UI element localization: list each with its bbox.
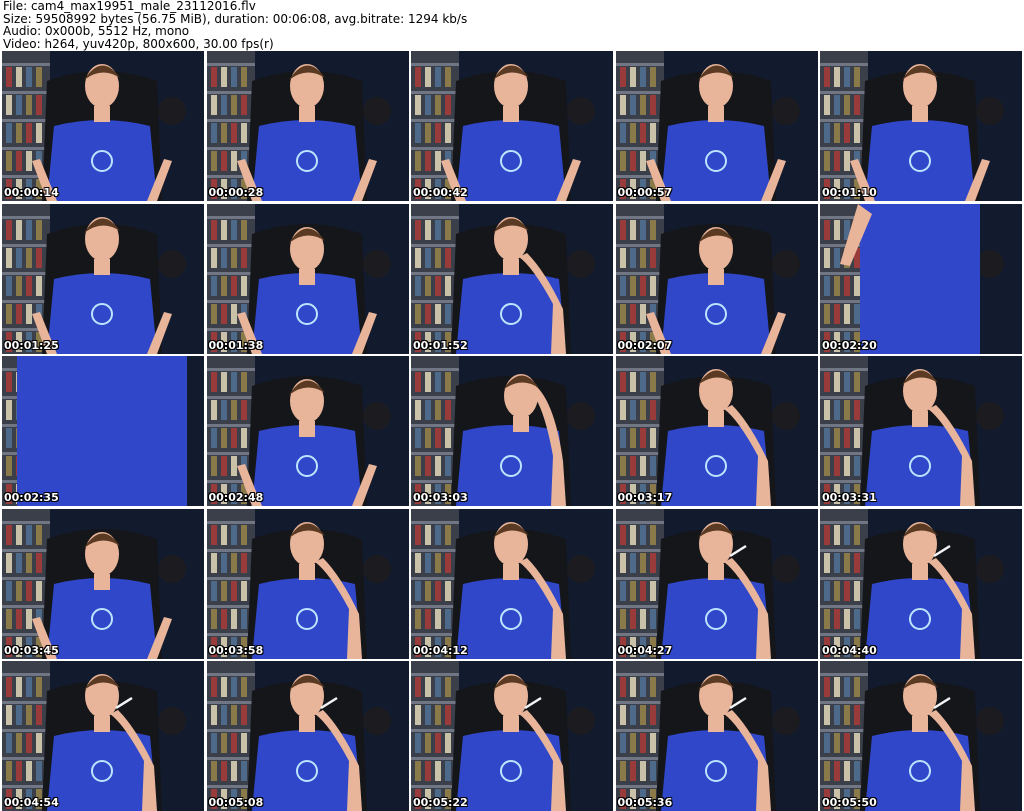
thumbnail-grid: 00:00:14 00:00:28 00:00:42 00:00:57 00:01:10… [2,51,1022,811]
video-thumbnail: 00:04:40 [820,508,1022,659]
video-thumbnail: 00:02:35 [2,356,204,506]
thumbnail-frame-image [2,508,204,659]
thumbnail-timestamp: 00:04:12 [413,643,468,657]
video-thumbnail: 00:05:36 [615,661,818,811]
thumbnail-timestamp: 00:01:10 [822,186,877,199]
thumbnail-frame-image [615,661,818,811]
thumbnail-frame-image [615,203,818,354]
thumbnail-frame-image [615,51,818,201]
thumbnail-frame-image [411,203,613,354]
thumbnail-timestamp: 00:05:08 [208,796,264,809]
thumbnail-frame-image [2,661,204,811]
thumbnail-frame-image [615,356,818,506]
video-thumbnail: 00:00:14 [2,51,204,201]
thumbnail-timestamp: 00:05:50 [822,796,877,809]
thumbnail-frame-image [2,51,204,201]
thumbnail-frame-image [820,51,1022,201]
thumbnail-frame-image [206,356,409,506]
thumbnail-frame-image [820,661,1022,811]
thumbnail-frame-image [615,508,818,659]
thumbnail-timestamp: 00:00:42 [413,186,468,199]
thumbnail-frame-image [411,356,613,506]
video-thumbnail: 00:00:28 [206,51,409,201]
thumbnail-timestamp: 00:05:36 [617,796,673,809]
video-thumbnail: 00:01:10 [820,51,1022,201]
thumbnail-timestamp: 00:04:54 [4,796,59,809]
thumbnail-timestamp: 00:04:40 [822,643,877,657]
thumbnail-timestamp: 00:02:20 [822,338,877,352]
thumbnail-timestamp: 00:03:31 [822,491,877,504]
thumbnail-timestamp: 00:05:22 [413,796,468,809]
video-thumbnail: 00:05:08 [206,661,409,811]
thumbnail-timestamp: 00:02:07 [617,338,673,352]
video-thumbnail: 00:03:31 [820,356,1022,506]
audio-info-line: Audio: 0x000b, 5512 Hz, mono [3,24,190,38]
thumbnail-frame-image [206,661,409,811]
thumbnail-timestamp: 00:03:58 [208,643,264,657]
video-thumbnail: 00:03:58 [206,508,409,659]
thumbnail-frame-image [411,508,613,659]
thumbnail-timestamp: 00:00:57 [617,186,673,199]
video-thumbnail: 00:01:38 [206,203,409,354]
video-thumbnail: 00:01:52 [411,203,613,354]
thumbnail-frame-image [2,203,204,354]
video-info-line: Video: h264, yuv420p, 800x600, 30.00 fps… [3,36,274,51]
video-thumbnail: 00:03:03 [411,356,613,506]
file-info-header: File: cam4_max19951_male_23112016.flv Si… [3,0,1003,50]
thumbnail-timestamp: 00:02:35 [4,491,59,504]
video-thumbnail: 00:03:45 [2,508,204,659]
thumbnail-frame-image [820,203,1022,354]
thumbnail-timestamp: 00:03:45 [4,643,59,657]
thumbnail-timestamp: 00:00:28 [208,186,264,199]
video-thumbnail: 00:04:54 [2,661,204,811]
video-thumbnail: 00:02:07 [615,203,818,354]
thumbnail-timestamp: 00:00:14 [4,186,59,199]
thumbnail-timestamp: 00:04:27 [617,643,673,657]
thumbnail-timestamp: 00:03:17 [617,491,673,504]
thumbnail-frame-image [206,51,409,201]
file-name-line: File: cam4_max19951_male_23112016.flv [3,0,256,13]
thumbnail-frame-image [820,508,1022,659]
video-thumbnail: 00:05:22 [411,661,613,811]
thumbnail-timestamp: 00:02:48 [208,491,264,504]
video-thumbnail: 00:00:57 [615,51,818,201]
video-thumbnail: 00:00:42 [411,51,613,201]
thumbnail-frame-image [411,661,613,811]
thumbnail-timestamp: 00:01:25 [4,338,59,352]
video-thumbnail: 00:01:25 [2,203,204,354]
video-thumbnail: 00:04:12 [411,508,613,659]
video-thumbnail: 00:02:20 [820,203,1022,354]
video-thumbnail: 00:05:50 [820,661,1022,811]
thumbnail-timestamp: 00:01:38 [208,338,264,352]
thumbnail-timestamp: 00:03:03 [413,491,468,504]
thumbnail-frame-image [411,51,613,201]
video-thumbnail: 00:03:17 [615,356,818,506]
thumbnail-frame-image [2,356,204,506]
video-thumbnail: 00:02:48 [206,356,409,506]
thumbnail-timestamp: 00:01:52 [413,338,468,352]
thumbnail-frame-image [206,508,409,659]
thumbnail-frame-image [820,356,1022,506]
video-thumbnail: 00:04:27 [615,508,818,659]
thumbnail-frame-image [206,203,409,354]
